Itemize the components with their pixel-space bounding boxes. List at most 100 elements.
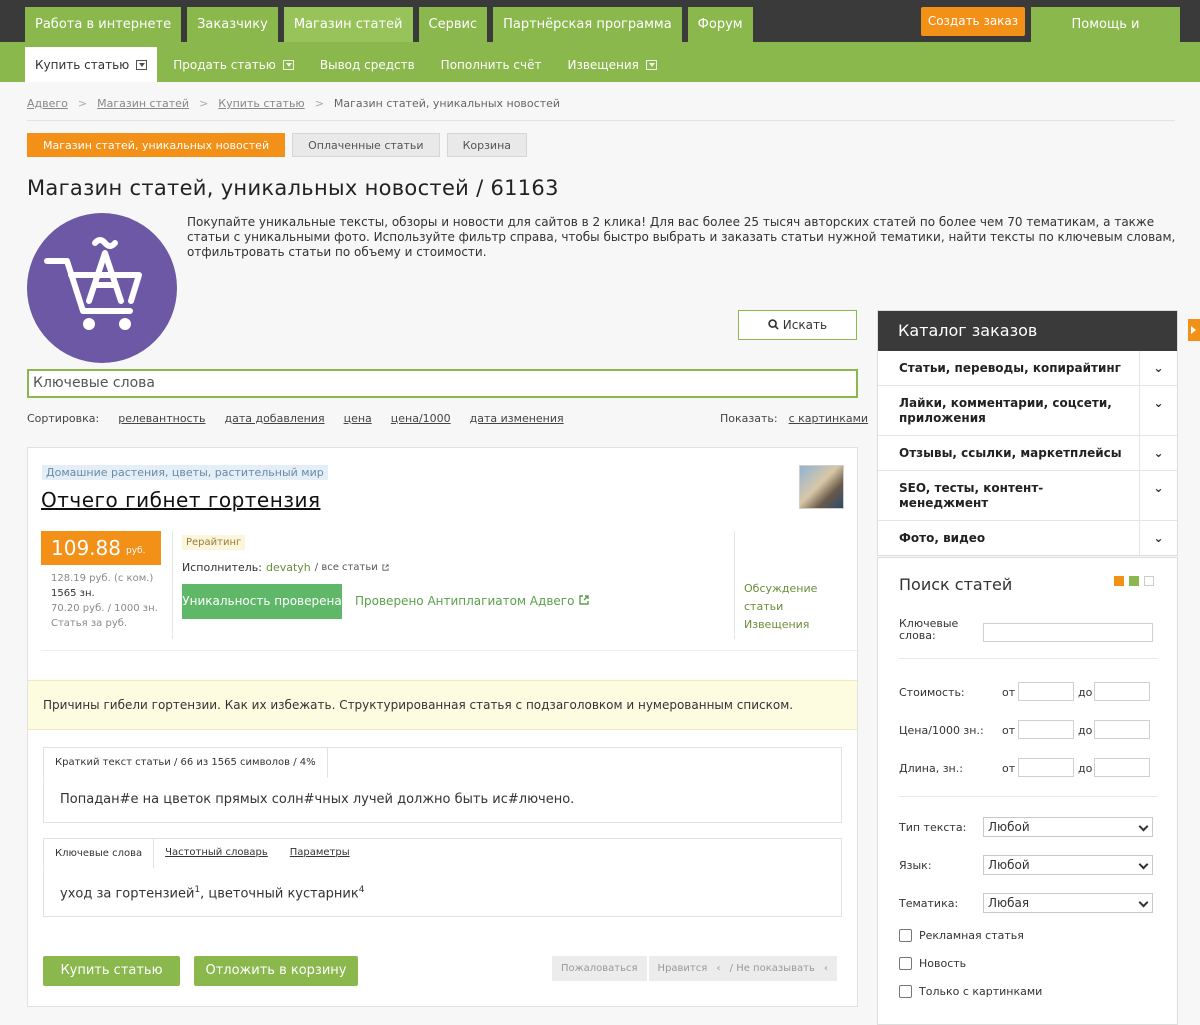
checkbox-icon[interactable]	[899, 985, 912, 998]
order-catalog: Каталог заказов Статьи, переводы, копира…	[877, 310, 1178, 556]
like-label: Нравится	[657, 963, 708, 974]
help-support-button[interactable]: Помощь и поддержка	[1031, 7, 1180, 67]
add-to-cart-button[interactable]: Отложить в корзину	[194, 956, 358, 986]
subnav-top-up[interactable]: Пополнить счёт	[431, 47, 552, 82]
sort-label: Сортировка:	[27, 412, 100, 425]
subnav-sell-article[interactable]: Продать статью	[163, 47, 304, 82]
nav-forum[interactable]: Форум	[687, 7, 753, 42]
dropdown-icon[interactable]	[282, 59, 294, 70]
only-images-checkbox[interactable]: Только с картинками	[899, 985, 1042, 998]
tab-keywords[interactable]: Ключевые слова	[43, 838, 155, 869]
all-articles-link[interactable]: / все статьи	[315, 562, 378, 573]
checkbox-icon[interactable]	[899, 957, 912, 970]
topic-label: Тематика:	[899, 897, 959, 910]
nav-customer[interactable]: Заказчику	[187, 7, 278, 42]
top-nav-list: Работа в интернете Заказчику Магазин ста…	[25, 7, 753, 42]
article-title[interactable]: Отчего гибнет гортензия	[41, 488, 320, 512]
news-checkbox[interactable]: Новость	[899, 957, 966, 970]
sort-price[interactable]: цена	[344, 412, 372, 425]
ad-article-checkbox[interactable]: Рекламная статья	[899, 929, 1024, 942]
catalog-item-photo[interactable]: Фото, видео ⌄	[878, 521, 1177, 555]
breadcrumb-link-advego[interactable]: Адвего	[27, 97, 68, 110]
price1000-to-label: до	[1078, 724, 1093, 737]
chevron-down-icon[interactable]: ⌄	[1139, 471, 1177, 520]
language-label: Язык:	[899, 859, 932, 872]
orange-scheme-icon[interactable]	[1114, 576, 1124, 586]
nav-partner-program[interactable]: Партнёрская программа	[493, 7, 682, 42]
tab-article-shop[interactable]: Магазин статей, уникальных новостей	[27, 133, 286, 157]
catalog-item-reviews[interactable]: Отзывы, ссылки, маркетплейсы ⌄	[878, 436, 1177, 471]
chevron-down-icon[interactable]: ⌄	[1139, 521, 1177, 555]
breadcrumb-link-shop[interactable]: Магазин статей	[97, 97, 189, 110]
antiplagiat-link[interactable]: Проверено Антиплагиатом Адвего	[355, 594, 590, 608]
text-type-select[interactable]: Любой	[983, 817, 1153, 837]
show-with-images[interactable]: с картинками	[789, 412, 869, 425]
breadcrumb-separator-icon: >	[199, 97, 209, 110]
dropdown-icon[interactable]	[136, 59, 148, 70]
dropdown-icon[interactable]	[645, 59, 657, 70]
buy-article-button[interactable]: Купить статью	[43, 956, 180, 986]
uniqueness-checked-button[interactable]: Уникальность проверена	[182, 584, 342, 619]
green-scheme-icon[interactable]	[1129, 576, 1139, 586]
nav-article-shop[interactable]: Магазин статей	[283, 7, 413, 42]
tab-preview[interactable]: Краткий текст статьи / 66 из 1565 символ…	[43, 747, 328, 778]
length-to-field[interactable]	[1094, 758, 1150, 777]
sort-price-per-1000[interactable]: цена/1000	[391, 412, 451, 425]
hide-label: / Не показывать	[729, 963, 815, 974]
language-select[interactable]: Любой	[983, 855, 1153, 875]
tab-paid-articles[interactable]: Оплаченные статьи	[292, 133, 440, 157]
catalog-item-seo[interactable]: SEO, тесты, контент-менеджмент ⌄	[878, 471, 1177, 521]
shop-cart-logo-icon	[27, 213, 177, 363]
keyword-2-count: 4	[358, 885, 365, 895]
rerating-badge: Рерайтинг	[182, 535, 246, 550]
keywords-search-input[interactable]: Ключевые слова	[27, 369, 858, 398]
page-title: Магазин статей, уникальных новостей / 61…	[27, 176, 559, 200]
length-label: Длина, зн.:	[899, 762, 963, 775]
cost-to-field[interactable]	[1094, 682, 1150, 701]
author-avatar[interactable]	[799, 465, 844, 509]
create-order-button[interactable]: Создать заказ	[921, 7, 1025, 36]
keywords-field[interactable]	[983, 623, 1153, 642]
side-panel-arrow-icon[interactable]	[1188, 319, 1200, 341]
nav-service[interactable]: Сервис	[418, 7, 488, 42]
tab-frequency[interactable]: Частотный словарь	[154, 838, 279, 868]
notifications-link[interactable]: Извещения	[744, 616, 857, 634]
topic-select[interactable]: Любая	[983, 893, 1153, 913]
tab-cart[interactable]: Корзина	[446, 133, 528, 157]
only-images-label: Только с картинками	[919, 985, 1043, 998]
catalog-item-articles[interactable]: Статьи, переводы, копирайтинг ⌄	[878, 351, 1177, 386]
discussion-link[interactable]: Обсуждение статьи	[744, 580, 857, 616]
price1000-to-field[interactable]	[1094, 720, 1150, 739]
chevron-down-icon[interactable]: ⌄	[1139, 436, 1177, 470]
white-scheme-icon[interactable]	[1144, 576, 1154, 586]
price-badge: 109.88 руб.	[41, 531, 161, 565]
cost-from-label: от	[1002, 686, 1016, 699]
chevron-down-icon[interactable]: ⌄	[1139, 351, 1177, 385]
cost-from-field[interactable]	[1018, 682, 1074, 701]
sort-date-added[interactable]: дата добавления	[224, 412, 324, 425]
price1000-from-field[interactable]	[1018, 720, 1074, 739]
complain-button[interactable]: Пожаловаться	[552, 956, 647, 981]
subnav-label: Купить статью	[35, 57, 130, 72]
like-hide-button[interactable]: Нравится ‹ / Не показывать ‹	[648, 956, 838, 981]
external-link-icon	[579, 595, 589, 605]
breadcrumb-current: Магазин статей, уникальных новостей	[333, 97, 561, 110]
preview-panel: Краткий текст статьи / 66 из 1565 символ…	[43, 747, 842, 823]
executor-link[interactable]: devatyh	[266, 561, 311, 574]
checkbox-icon[interactable]	[899, 929, 912, 942]
length-from-field[interactable]	[1018, 758, 1074, 777]
breadcrumb-separator-icon: >	[314, 97, 324, 110]
subnav-notifications[interactable]: Извещения	[557, 47, 666, 82]
sort-relevance[interactable]: релевантность	[118, 412, 205, 425]
search-button[interactable]: Искать	[738, 310, 857, 340]
breadcrumb-link-buy[interactable]: Купить статью	[218, 97, 304, 110]
catalog-item-likes[interactable]: Лайки, комментарии, соцсети, приложения ⌄	[878, 386, 1177, 436]
subnav-withdraw[interactable]: Вывод средств	[310, 47, 425, 82]
tab-parameters[interactable]: Параметры	[279, 838, 361, 868]
category-badge[interactable]: Домашние растения, цветы, растительный м…	[42, 465, 328, 480]
subnav-buy-article[interactable]: Купить статью	[25, 47, 158, 82]
show-label: Показать:	[720, 412, 778, 425]
nav-work-online[interactable]: Работа в интернете	[25, 7, 182, 42]
chevron-down-icon[interactable]: ⌄	[1139, 386, 1177, 435]
sort-date-modified[interactable]: дата изменения	[470, 412, 564, 425]
